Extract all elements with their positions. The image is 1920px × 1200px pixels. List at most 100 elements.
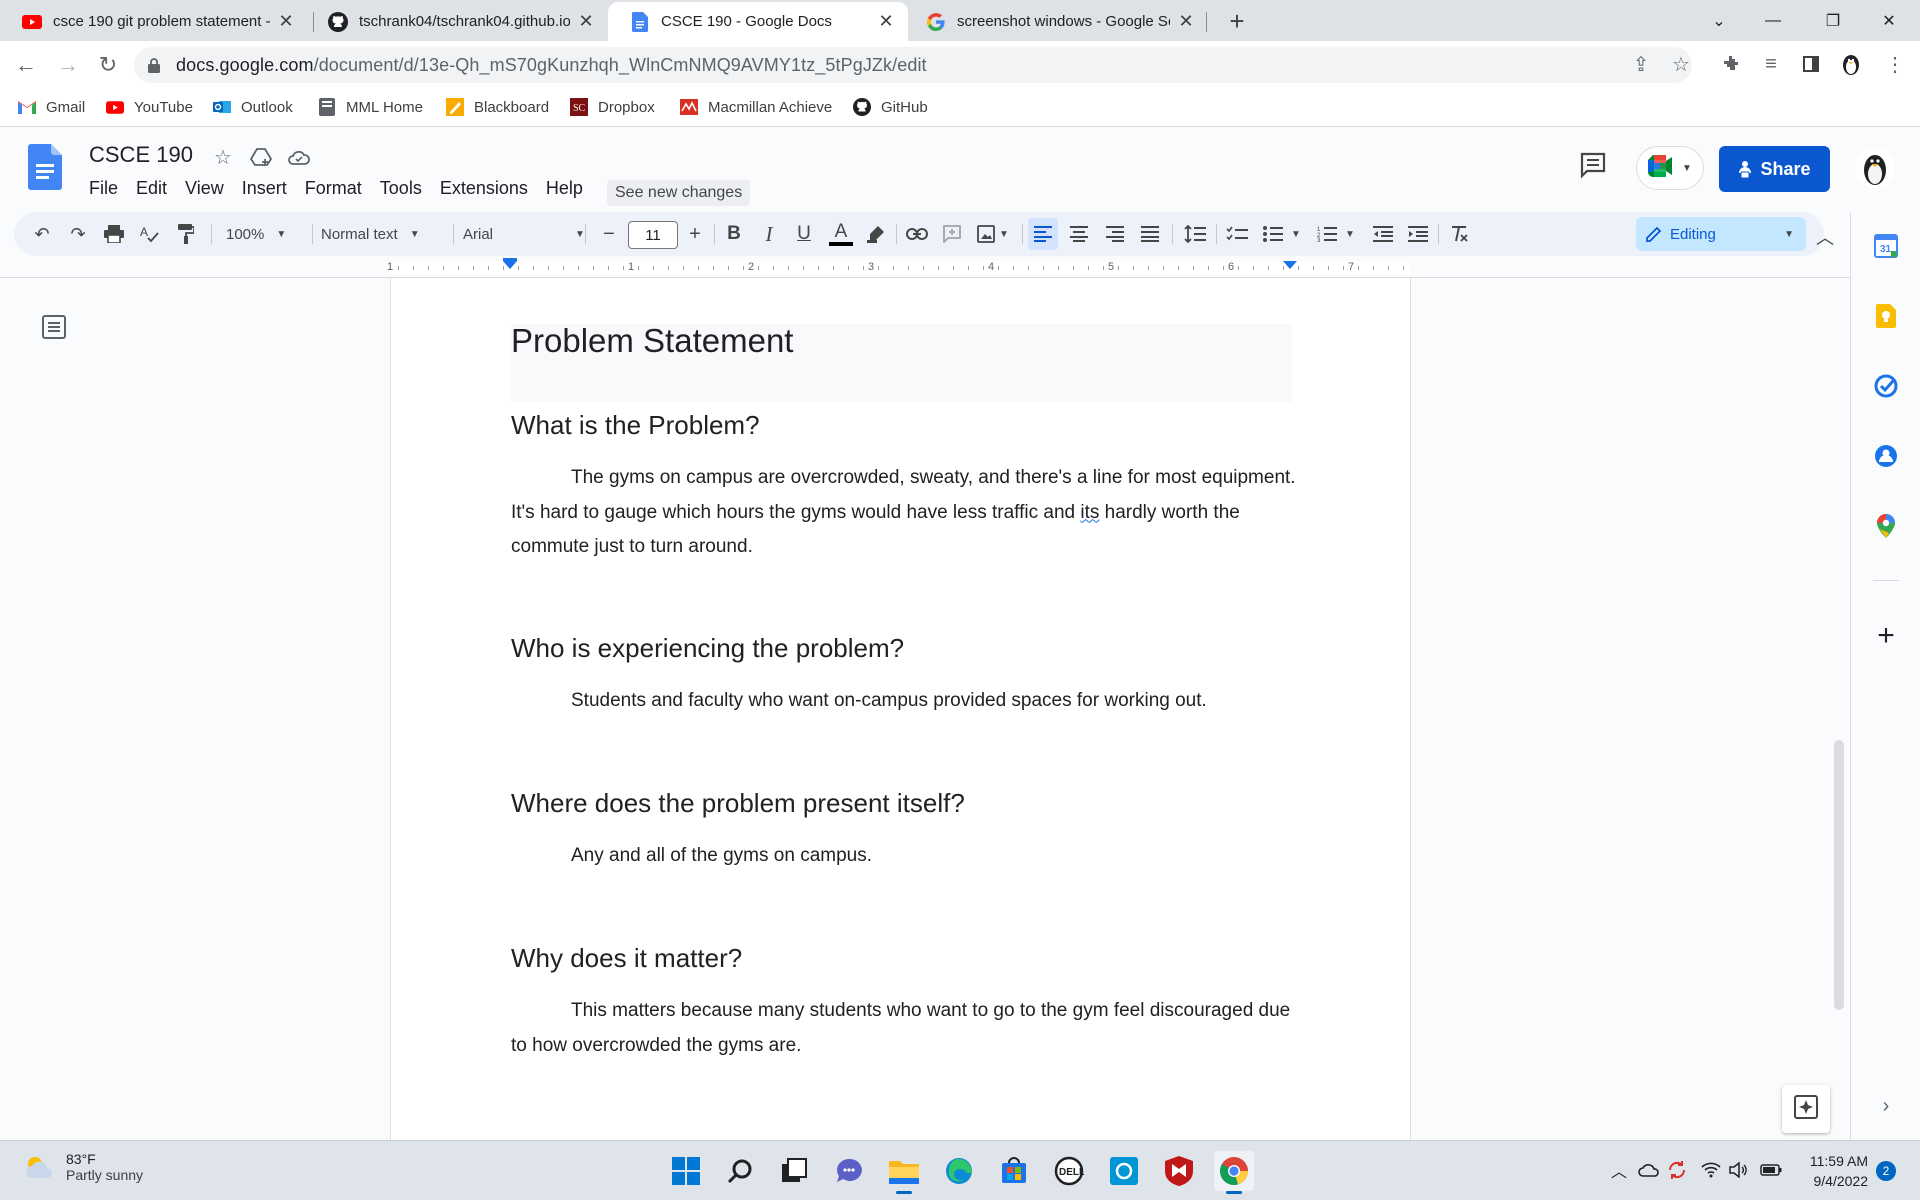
menu-edit[interactable]: Edit: [136, 178, 167, 199]
menu-format[interactable]: Format: [305, 178, 362, 199]
system-clock[interactable]: 11:59 AM 9/4/2022: [1800, 1151, 1868, 1191]
menu-view[interactable]: View: [185, 178, 224, 199]
window-close-button[interactable]: ✕: [1866, 0, 1912, 41]
bulleted-list-icon[interactable]: ▼: [1258, 218, 1306, 250]
decrease-indent-icon[interactable]: [1368, 218, 1398, 250]
microsoft-store-icon[interactable]: [994, 1151, 1034, 1191]
onedrive-icon[interactable]: [1638, 1159, 1660, 1181]
font-select[interactable]: Arial ▼: [463, 218, 591, 250]
close-icon[interactable]: ✕: [1176, 11, 1196, 32]
insert-link-icon[interactable]: [902, 218, 932, 250]
share-page-icon[interactable]: ⇪: [1626, 49, 1656, 79]
section-body[interactable]: Any and all of the gyms on campus.: [511, 839, 1301, 874]
google-docs-logo-icon[interactable]: [28, 144, 62, 190]
bookmark-blackboard[interactable]: Blackboard: [446, 98, 549, 116]
menu-tools[interactable]: Tools: [380, 178, 422, 199]
show-hidden-icons-icon[interactable]: ︿: [1608, 1159, 1630, 1181]
cloud-saved-icon[interactable]: [286, 144, 312, 170]
print-icon[interactable]: [100, 218, 128, 250]
bookmark-star-icon[interactable]: ☆: [1666, 49, 1696, 79]
get-add-ons-icon[interactable]: +: [1872, 619, 1900, 652]
bold-icon[interactable]: B: [720, 218, 748, 250]
battery-icon[interactable]: [1760, 1159, 1782, 1181]
google-calendar-icon[interactable]: 31: [1872, 232, 1900, 260]
side-panel-icon[interactable]: [1796, 49, 1826, 79]
google-keep-icon[interactable]: [1872, 302, 1900, 330]
document-heading-title[interactable]: Problem Statement: [511, 322, 793, 360]
increase-indent-icon[interactable]: [1403, 218, 1433, 250]
profile-avatar-icon[interactable]: [1836, 49, 1866, 79]
file-explorer-icon[interactable]: [884, 1151, 924, 1191]
font-size-input[interactable]: 11: [628, 221, 678, 249]
google-tasks-icon[interactable]: [1872, 372, 1900, 400]
move-to-drive-icon[interactable]: [248, 144, 274, 170]
menu-extensions[interactable]: Extensions: [440, 178, 528, 199]
dell-icon[interactable]: DELL: [1049, 1151, 1089, 1191]
task-view-icon[interactable]: [774, 1151, 814, 1191]
tab-github[interactable]: tschrank04/tschrank04.github.io ✕: [306, 2, 608, 41]
reload-icon[interactable]: ↻: [92, 49, 124, 81]
underline-icon[interactable]: U: [790, 218, 818, 250]
menu-help[interactable]: Help: [546, 178, 583, 199]
windows-start-icon[interactable]: [666, 1151, 706, 1191]
search-icon[interactable]: [720, 1151, 760, 1191]
tab-google-search[interactable]: screenshot windows - Google Se ✕: [904, 2, 1208, 41]
bookmark-github[interactable]: GitHub: [853, 98, 928, 116]
chrome-icon[interactable]: [1214, 1151, 1254, 1191]
menu-file[interactable]: File: [89, 178, 118, 199]
document-outline-icon[interactable]: [41, 314, 67, 340]
hide-side-panel-icon[interactable]: ›: [1872, 1092, 1900, 1120]
section-heading[interactable]: Where does the problem present itself?: [511, 788, 965, 819]
justify-icon[interactable]: [1135, 218, 1165, 250]
notification-badge[interactable]: 2: [1876, 1161, 1896, 1181]
weather-widget[interactable]: 83°F Partly sunny: [24, 1151, 143, 1183]
redo-icon[interactable]: ↷: [64, 218, 92, 250]
sync-icon[interactable]: [1666, 1159, 1688, 1181]
close-icon[interactable]: ✕: [876, 11, 896, 32]
clear-formatting-icon[interactable]: [1444, 218, 1474, 250]
close-icon[interactable]: ✕: [576, 11, 596, 32]
undo-icon[interactable]: ↶: [28, 218, 56, 250]
extensions-icon[interactable]: [1716, 49, 1746, 79]
account-avatar[interactable]: [1855, 148, 1895, 188]
tab-search-icon[interactable]: ⌄: [1696, 0, 1742, 41]
tab-google-docs[interactable]: CSCE 190 - Google Docs ✕: [608, 2, 908, 41]
zoom-select[interactable]: 100% ▼: [226, 218, 302, 250]
decrease-font-size-button[interactable]: −: [596, 218, 622, 250]
menu-insert[interactable]: Insert: [242, 178, 287, 199]
document-title[interactable]: CSCE 190: [89, 142, 193, 168]
add-comment-icon[interactable]: [938, 218, 966, 250]
editing-mode-select[interactable]: Editing ▼: [1636, 217, 1806, 251]
bookmark-youtube[interactable]: YouTube: [106, 98, 193, 116]
bookmark-macmillan-achieve[interactable]: Macmillan Achieve: [680, 98, 832, 116]
text-color-icon[interactable]: A: [826, 218, 856, 250]
highlight-color-icon[interactable]: [862, 218, 890, 250]
star-icon[interactable]: ☆: [210, 144, 236, 170]
spellcheck-icon[interactable]: A: [136, 218, 164, 250]
restore-button[interactable]: ❐: [1810, 0, 1856, 41]
section-heading[interactable]: Why does it matter?: [511, 943, 742, 974]
back-icon[interactable]: ←: [10, 49, 42, 81]
explore-button[interactable]: [1782, 1085, 1830, 1133]
section-heading[interactable]: Who is experiencing the problem?: [511, 633, 904, 664]
bookmark-mml-home[interactable]: MML Home: [318, 98, 423, 116]
paragraph-style-select[interactable]: Normal text ▼: [321, 218, 443, 250]
increase-font-size-button[interactable]: +: [682, 218, 708, 250]
hide-menus-icon[interactable]: ︿: [1810, 222, 1840, 252]
address-bar[interactable]: docs.google.com/document/d/13e-Qh_mS70gK…: [134, 47, 1692, 83]
lock-icon[interactable]: [148, 57, 164, 73]
more-menu-icon[interactable]: ⋮: [1880, 49, 1910, 79]
forward-icon[interactable]: →: [52, 49, 84, 81]
spelling-suggestion[interactable]: its: [1080, 502, 1099, 523]
checklist-icon[interactable]: [1222, 218, 1252, 250]
section-body[interactable]: Students and faculty who want on-campus …: [511, 684, 1301, 719]
bookmark-gmail[interactable]: Gmail: [18, 98, 85, 116]
vertical-scrollbar[interactable]: [1834, 740, 1844, 1010]
share-button[interactable]: Share: [1719, 146, 1830, 192]
paint-format-icon[interactable]: [172, 218, 200, 250]
bookmark-dropbox[interactable]: SC Dropbox: [570, 98, 655, 116]
align-left-icon[interactable]: [1028, 218, 1058, 250]
teams-chat-icon[interactable]: [829, 1151, 869, 1191]
align-center-icon[interactable]: [1064, 218, 1094, 250]
bookmark-outlook[interactable]: Outlook: [213, 98, 293, 116]
